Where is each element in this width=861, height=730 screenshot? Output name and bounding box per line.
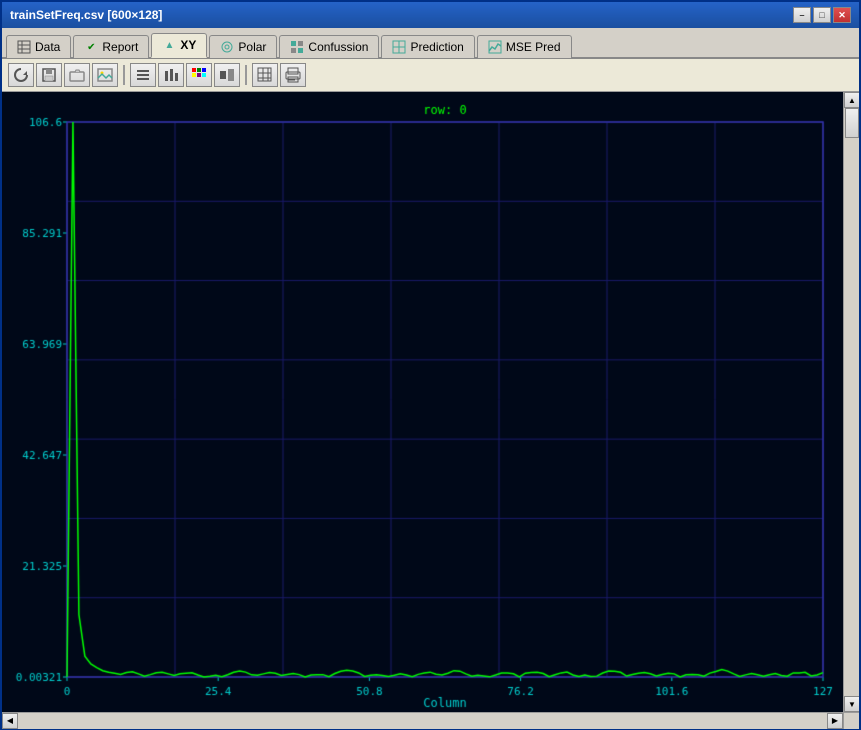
main-content: ▲ ▼ (2, 92, 859, 712)
tab-data[interactable]: Data (6, 35, 71, 58)
toolbar (2, 59, 859, 92)
tab-xy[interactable]: ▲ XY (151, 33, 207, 58)
print-button[interactable] (280, 63, 306, 87)
tab-xy-label: XY (180, 38, 196, 52)
tab-msepred-label: MSE Pred (506, 40, 561, 54)
tab-confussion[interactable]: Confussion (279, 35, 379, 58)
tab-polar-label: Polar (238, 40, 266, 54)
tab-prediction[interactable]: Prediction (381, 35, 474, 58)
scroll-left-button[interactable]: ◀ (2, 713, 18, 729)
report-tab-icon: ✔ (84, 40, 98, 54)
h-scroll-track[interactable] (18, 713, 827, 729)
window-controls: – □ ✕ (793, 7, 851, 23)
tab-report-label: Report (102, 40, 138, 54)
image-button[interactable] (92, 63, 118, 87)
scroll-thumb[interactable] (845, 108, 859, 138)
tab-report[interactable]: ✔ Report (73, 35, 149, 58)
minimize-button[interactable]: – (793, 7, 811, 23)
scroll-down-button[interactable]: ▼ (844, 696, 859, 712)
scroll-track[interactable] (844, 108, 859, 696)
main-window: trainSetFreq.csv [600×128] – □ ✕ Data ✔ … (0, 0, 861, 730)
scroll-up-button[interactable]: ▲ (844, 92, 859, 108)
chart-area[interactable] (2, 92, 843, 712)
xy-chart (2, 92, 843, 712)
reset-button[interactable] (8, 63, 34, 87)
xy-tab-icon: ▲ (162, 38, 176, 52)
tab-confussion-label: Confussion (308, 40, 368, 54)
lines-button[interactable] (130, 63, 156, 87)
scroll-corner (843, 713, 859, 729)
bars-button[interactable] (158, 63, 184, 87)
save-button[interactable] (36, 63, 62, 87)
tab-data-label: Data (35, 40, 60, 54)
title-bar: trainSetFreq.csv [600×128] – □ ✕ (2, 2, 859, 28)
polar-tab-icon (220, 40, 234, 54)
confussion-tab-icon (290, 40, 304, 54)
window-title: trainSetFreq.csv [600×128] (10, 8, 162, 22)
vertical-scrollbar[interactable]: ▲ ▼ (843, 92, 859, 712)
open-button[interactable] (64, 63, 90, 87)
grid-button[interactable] (252, 63, 278, 87)
close-button[interactable]: ✕ (833, 7, 851, 23)
separator-1 (123, 65, 125, 85)
color-button[interactable] (186, 63, 212, 87)
tab-prediction-label: Prediction (410, 40, 463, 54)
scroll-right-button[interactable]: ▶ (827, 713, 843, 729)
horizontal-scrollbar[interactable]: ◀ ▶ (2, 713, 843, 728)
tab-polar[interactable]: Polar (209, 35, 277, 58)
prediction-tab-icon (392, 40, 406, 54)
separator-2 (245, 65, 247, 85)
msepred-tab-icon (488, 40, 502, 54)
pattern-button[interactable] (214, 63, 240, 87)
tab-msepred[interactable]: MSE Pred (477, 35, 572, 58)
tabs-bar: Data ✔ Report ▲ XY Polar Confussion Pre (2, 28, 859, 59)
data-tab-icon (17, 40, 31, 54)
maximize-button[interactable]: □ (813, 7, 831, 23)
